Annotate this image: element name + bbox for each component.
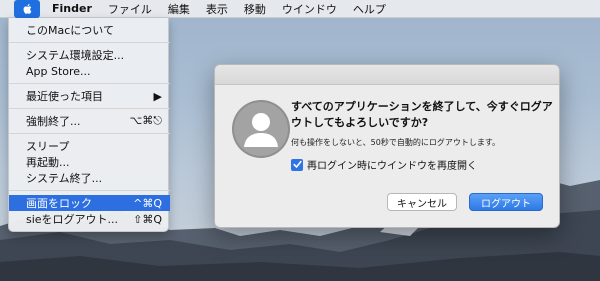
checkmark-icon [292, 160, 302, 168]
user-avatar-icon [232, 100, 290, 158]
menu-item-restart[interactable]: 再起動... [9, 154, 170, 170]
checkbox-label: 再ログイン時にウインドウを再度開く [307, 161, 477, 172]
reopen-windows-option[interactable]: 再ログイン時にウインドウを再度開く [291, 157, 477, 172]
menu-bar: Finder ファイル 編集 表示 移動 ウインドウ ヘルプ [0, 0, 600, 18]
shortcut-label: ^⌘Q [133, 196, 162, 210]
menu-item-label: 強制終了... [26, 115, 81, 128]
menu-item-recent-items[interactable]: 最近使った項目 ▶ [9, 88, 170, 104]
submenu-arrow-icon: ▶ [153, 89, 162, 103]
menu-window[interactable]: ウインドウ [282, 1, 337, 17]
shortcut-label: ⌥⌘⎋ [129, 114, 162, 127]
dialog-titlebar[interactable] [215, 65, 559, 85]
menu-separator [9, 83, 170, 84]
menu-item-system-preferences[interactable]: システム環境設定... [9, 47, 170, 63]
cancel-button[interactable]: キャンセル [387, 193, 457, 211]
menu-item-shut-down[interactable]: システム終了... [9, 170, 170, 186]
dialog-message: 何も操作をしないと、50秒で自動的にログアウトします。 [291, 138, 501, 147]
logout-button[interactable]: ログアウト [469, 193, 543, 211]
apple-menu-button[interactable] [14, 0, 40, 18]
apple-menu-dropdown: このMacについて システム環境設定... App Store... 最近使った… [8, 18, 170, 232]
menu-go[interactable]: 移動 [244, 1, 266, 17]
menu-item-lock-screen[interactable]: 画面をロック ^⌘Q [9, 195, 170, 211]
menu-item-label: 画面をロック [26, 197, 92, 210]
menu-separator [9, 42, 170, 43]
menu-item-label: App Store... [26, 64, 91, 78]
menu-view[interactable]: 表示 [206, 1, 228, 17]
menu-item-force-quit[interactable]: 強制終了... ⌥⌘⎋ [9, 113, 170, 129]
logout-dialog: すべてのアプリケーションを終了して、今すぐログアウトしてもよろしいですか? 何も… [214, 64, 560, 228]
menu-item-label: 最近使った項目 [26, 90, 103, 103]
menu-item-label: このMacについて [26, 24, 114, 37]
menu-item-label: 再起動... [26, 156, 70, 169]
menu-item-log-out[interactable]: sieをログアウト... ⇧⌘Q [9, 211, 170, 227]
menu-separator [9, 133, 170, 134]
menu-item-about-mac[interactable]: このMacについて [9, 22, 170, 38]
dialog-title: すべてのアプリケーションを終了して、今すぐログアウトしてもよろしいですか? [291, 100, 553, 129]
menu-item-label: システム環境設定... [26, 49, 125, 62]
menu-separator [9, 190, 170, 191]
menu-item-app-store[interactable]: App Store... [9, 63, 170, 79]
menu-item-label: スリープ [26, 140, 70, 153]
menu-item-label: sieをログアウト... [26, 213, 119, 226]
menu-edit[interactable]: 編集 [168, 1, 190, 17]
reopen-windows-checkbox[interactable] [291, 158, 303, 171]
menu-separator [9, 108, 170, 109]
shortcut-label: ⇧⌘Q [133, 212, 162, 226]
menu-help[interactable]: ヘルプ [353, 1, 386, 17]
menu-finder[interactable]: Finder [52, 2, 92, 15]
apple-logo-icon [23, 3, 31, 14]
menu-file[interactable]: ファイル [108, 1, 152, 17]
menu-item-sleep[interactable]: スリープ [9, 138, 170, 154]
menu-item-label: システム終了... [26, 172, 103, 185]
